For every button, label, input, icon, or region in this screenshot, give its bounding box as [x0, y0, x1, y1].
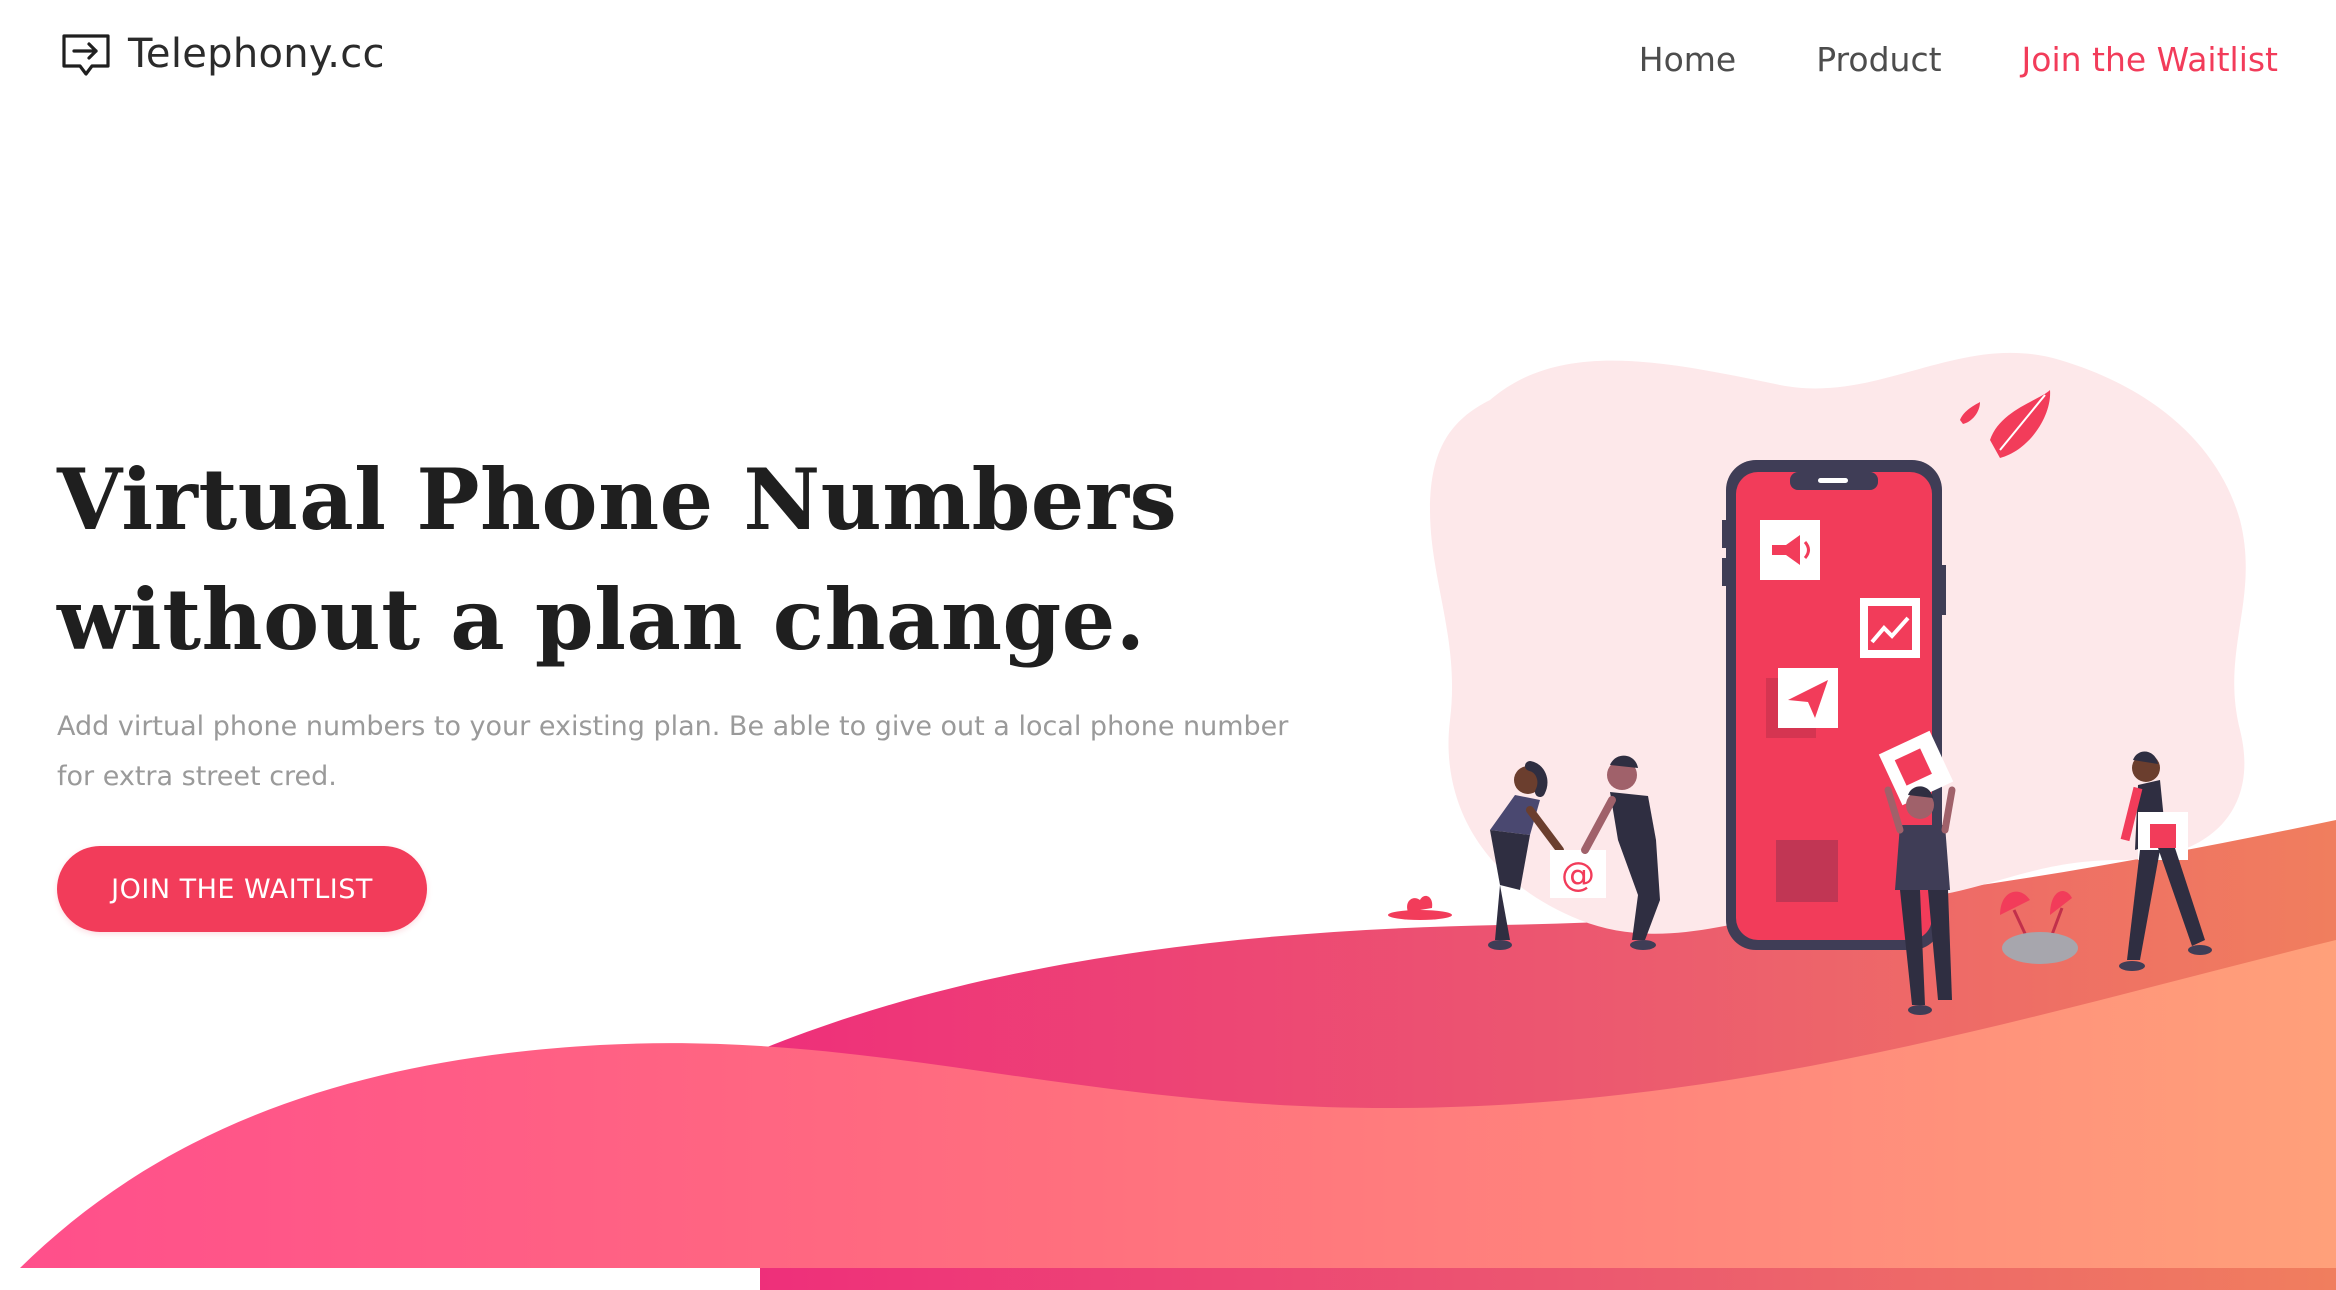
brand[interactable]: Telephony.cc: [58, 26, 385, 82]
message-arrow-icon: [62, 34, 110, 76]
hero-subtitle: Add virtual phone numbers to your existi…: [57, 711, 1289, 792]
hero-title-line-2: without a plan change.: [57, 570, 1146, 669]
chart-icon: [1860, 598, 1920, 658]
at-sign-icon: @: [1550, 850, 1606, 898]
tile-placeholder: [1776, 840, 1838, 902]
paper-plane-icon: [1778, 668, 1838, 728]
hero-illustration: @: [1388, 352, 2246, 1015]
nav-home-link[interactable]: Home: [1639, 34, 1736, 86]
main-menu: Home Product Join the Waitlist: [1639, 34, 2278, 86]
hero-title-line-1: Virtual Phone Numbers: [57, 450, 1178, 549]
nav-join-waitlist-link[interactable]: Join the Waitlist: [2022, 34, 2278, 86]
megaphone-icon: [1760, 520, 1820, 580]
brand-name: Telephony.cc: [128, 31, 385, 77]
landing-page: Telephony.cc Home Product Join the Waitl…: [0, 0, 2336, 1290]
nav-product-link[interactable]: Product: [1816, 34, 1941, 86]
flower-decoration: [1388, 895, 1452, 920]
top-navigation: Telephony.cc Home Product Join the Waitl…: [0, 0, 2336, 120]
join-waitlist-button[interactable]: JOIN THE WAITLIST: [57, 846, 427, 932]
hero-title: Virtual Phone Numbers without a plan cha…: [57, 440, 1337, 680]
plant-decoration: [2000, 891, 2078, 964]
hero-section: Virtual Phone Numbers without a plan cha…: [57, 440, 1337, 932]
svg-text:@: @: [1561, 855, 1595, 895]
